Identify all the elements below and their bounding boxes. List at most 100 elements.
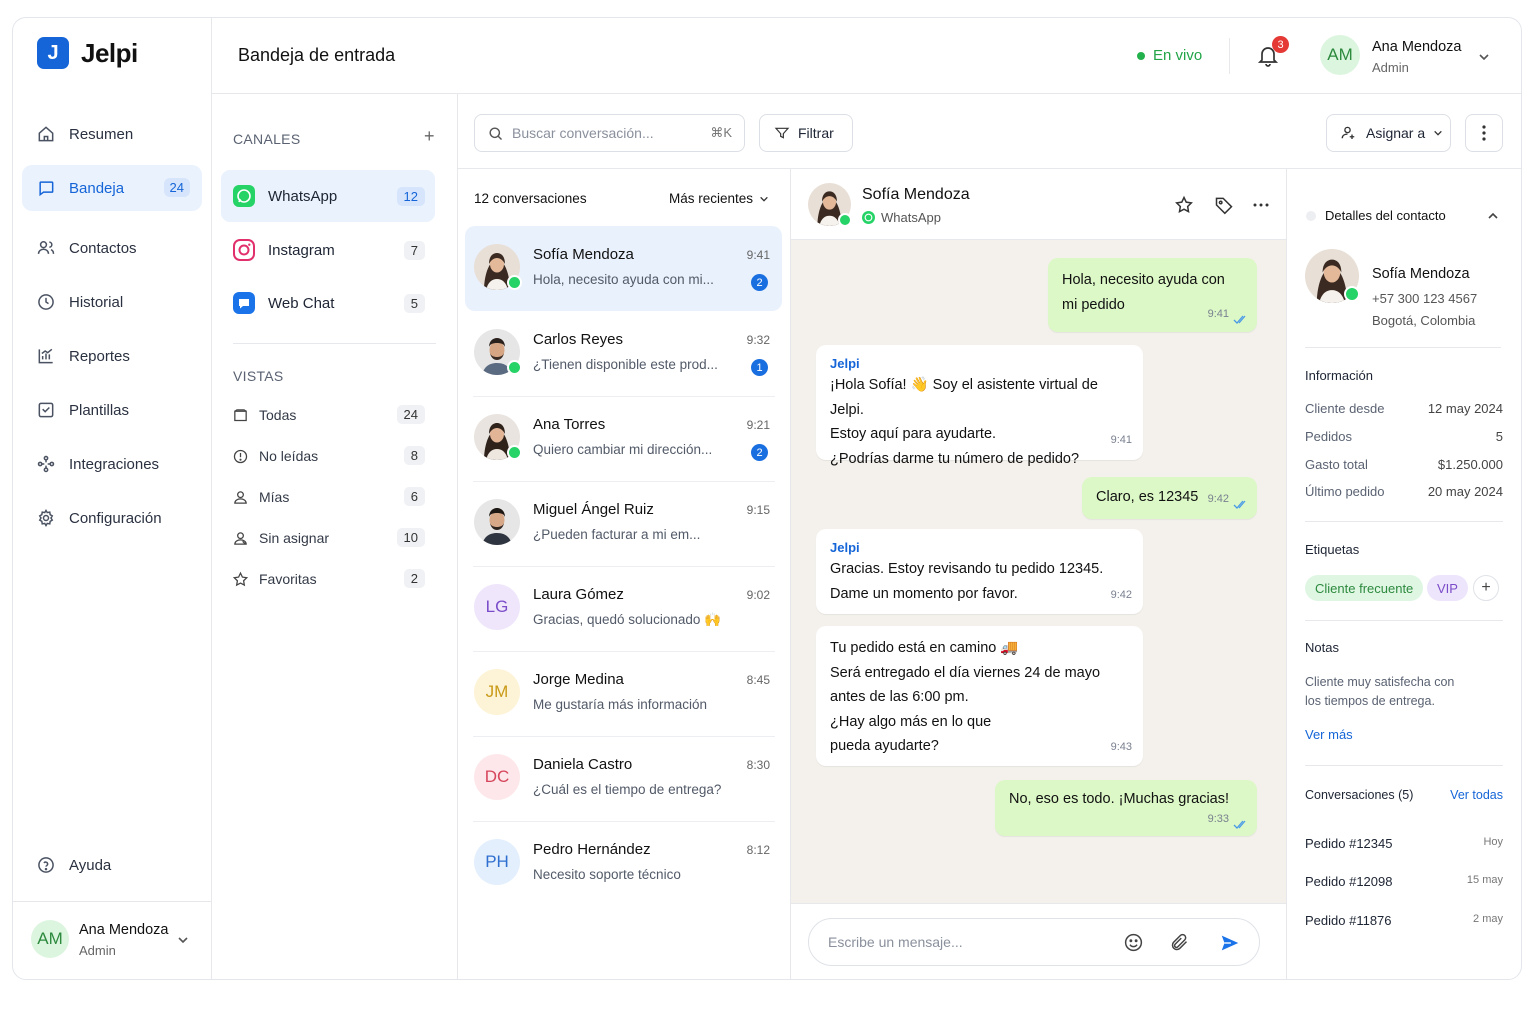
- sidebar-item-resumen[interactable]: Resumen: [22, 111, 202, 157]
- webchat-icon: [233, 292, 255, 314]
- top-header: Bandeja de entrada En vivo 3 AM Ana Mend…: [212, 18, 1521, 94]
- assign-label: Asignar a: [1366, 125, 1426, 141]
- channel-whatsapp[interactable]: WhatsApp 12: [221, 170, 435, 222]
- tag-chip[interactable]: Cliente frecuente: [1305, 575, 1424, 601]
- sidebar-item-integraciones[interactable]: Integraciones: [22, 441, 202, 487]
- avatar: PH: [474, 839, 520, 885]
- unread-icon: [233, 449, 248, 463]
- unassigned-icon: [234, 531, 247, 545]
- divider: [1305, 521, 1503, 522]
- conversation-name: Sofía Mendoza: [533, 246, 634, 263]
- details-title: Detalles del contacto: [1325, 208, 1446, 223]
- double-check-icon: [1233, 820, 1246, 829]
- message-incoming: Tu pedido está en camino 🚚 Será entregad…: [816, 626, 1143, 766]
- more-options-button[interactable]: [1465, 114, 1503, 152]
- conversation-name: Miguel Ángel Ruiz: [533, 501, 654, 518]
- notes-section-title: Notas: [1305, 640, 1339, 655]
- order-row[interactable]: Pedido #12345 Hoy: [1305, 836, 1503, 851]
- unread-badge: 2: [751, 444, 768, 461]
- search-placeholder: Buscar conversación...: [512, 125, 654, 141]
- see-all-link[interactable]: Ver todas: [1450, 788, 1503, 802]
- list-item-miguel-angel-ruiz[interactable]: Miguel Ángel Ruiz ¿Pueden facturar a mi …: [465, 481, 782, 566]
- sidebar-item-label: Configuración: [69, 509, 162, 527]
- sort-label: Más recientes: [669, 191, 754, 206]
- view-favoritas[interactable]: Favoritas 2: [232, 564, 435, 594]
- emoji-icon[interactable]: [1123, 932, 1144, 953]
- star-icon[interactable]: [1174, 195, 1194, 215]
- sidebar-item-plantillas[interactable]: Plantillas: [22, 387, 202, 433]
- chevron-up-icon[interactable]: [1487, 210, 1499, 222]
- search-input[interactable]: Buscar conversación... ⌘K: [474, 114, 745, 152]
- list-item-sofia-mendoza[interactable]: Sofía Mendoza Hola, necesito ayuda con m…: [465, 226, 782, 311]
- paperclip-icon[interactable]: [1169, 932, 1190, 953]
- add-tag-button[interactable]: +: [1473, 575, 1499, 601]
- sort-dropdown[interactable]: Más recientes: [669, 191, 769, 206]
- sidebar-item-reportes[interactable]: Reportes: [22, 333, 202, 379]
- info-row: Cliente desde 12 may 2024: [1305, 401, 1503, 416]
- header-avatar[interactable]: AM: [1320, 35, 1360, 75]
- views-title: VISTAS: [233, 368, 284, 384]
- filter-button[interactable]: Filtrar: [759, 114, 853, 152]
- help-link[interactable]: Ayuda: [22, 842, 202, 888]
- whatsapp-indicator: [507, 360, 522, 375]
- star-icon: [232, 571, 249, 586]
- view-mias[interactable]: Mías 6: [232, 482, 435, 512]
- message-time: 9:33: [1207, 812, 1229, 825]
- list-item-pedro-hernandez[interactable]: PH Pedro Hernández Necesito soporte técn…: [465, 821, 782, 906]
- view-label: Sin asignar: [259, 530, 330, 546]
- order-row[interactable]: Pedido #11876 2 may: [1305, 913, 1503, 928]
- list-item-laura-gomez[interactable]: LG Laura Gómez Gracias, quedó solucionad…: [465, 566, 782, 651]
- avatar: AM: [31, 920, 69, 958]
- view-todas[interactable]: Todas 24: [232, 400, 435, 430]
- list-item-ana-torres[interactable]: Ana Torres Quiero cambiar mi dirección..…: [465, 396, 782, 481]
- channels-panel: CANALES + WhatsApp 12 Instagram 7 Web Ch…: [212, 94, 458, 979]
- chevron-down-icon[interactable]: [1478, 51, 1490, 63]
- header-user-name[interactable]: Ana Mendoza: [1372, 39, 1461, 55]
- list-item-carlos-reyes[interactable]: Carlos Reyes ¿Tienen disponible este pro…: [465, 311, 782, 396]
- add-channel-button[interactable]: +: [424, 126, 435, 147]
- tag-icon[interactable]: [1214, 195, 1234, 215]
- sidebar-item-configuracion[interactable]: Configuración: [22, 495, 202, 541]
- sidebar-item-label: Historial: [69, 293, 124, 311]
- search-icon: [489, 126, 503, 140]
- assign-button[interactable]: Asignar a: [1326, 114, 1451, 152]
- divider: [1305, 347, 1501, 348]
- message-input-placeholder: Escribe un mensaje...: [828, 934, 963, 950]
- logo[interactable]: J Jelpi: [37, 37, 138, 69]
- tag-chip[interactable]: VIP: [1427, 575, 1468, 601]
- message-line: Será entregado el día viernes 24 de mayo: [830, 664, 1101, 681]
- chat-channel: WhatsApp: [862, 210, 941, 225]
- integrations-icon: [37, 455, 55, 473]
- view-count: 10: [396, 528, 425, 547]
- view-sin-asignar[interactable]: Sin asignar 10: [232, 523, 435, 553]
- message-input[interactable]: Escribe un mensaje...: [808, 918, 1260, 966]
- more-horizontal-icon[interactable]: [1253, 203, 1269, 207]
- conversation-preview: Gracias, quedó solucionado 🙌: [533, 612, 721, 627]
- sidebar-item-historial[interactable]: Historial: [22, 279, 202, 325]
- see-more-link[interactable]: Ver más: [1305, 727, 1353, 742]
- user-role: Admin: [79, 943, 116, 958]
- list-item-daniela-castro[interactable]: DC Daniela Castro ¿Cuál es el tiempo de …: [465, 736, 782, 821]
- conversation-name: Ana Torres: [533, 416, 606, 433]
- channel-webchat[interactable]: Web Chat 5: [221, 277, 435, 329]
- view-no-leidas[interactable]: No leídas 8: [232, 441, 435, 471]
- help-label: Ayuda: [69, 856, 112, 874]
- sidebar-user-menu[interactable]: AM Ana Mendoza Admin: [13, 901, 212, 979]
- sidebar-item-contactos[interactable]: Contactos: [22, 225, 202, 271]
- sidebar-item-label: Plantillas: [69, 401, 130, 419]
- conversations-section-title: Conversaciones (5): [1305, 788, 1414, 802]
- channel-instagram[interactable]: Instagram 7: [221, 224, 435, 276]
- conversation-preview: ¿Cuál es el tiempo de entrega?: [533, 782, 722, 797]
- whatsapp-indicator: [1344, 286, 1360, 302]
- header-user-role: Admin: [1372, 60, 1409, 75]
- send-icon[interactable]: [1219, 932, 1241, 954]
- view-count: 6: [403, 487, 425, 506]
- message-line: ¿Podrías darme tu número de pedido?: [830, 450, 1080, 467]
- view-count: 8: [403, 446, 425, 465]
- list-item-jorge-medina[interactable]: JM Jorge Medina Me gustaría más informac…: [465, 651, 782, 736]
- filter-icon: [774, 127, 790, 139]
- notifications-button[interactable]: 3: [1256, 36, 1289, 71]
- message-outgoing: Claro, es 12345 9:42: [1082, 477, 1257, 519]
- sidebar-item-bandeja[interactable]: Bandeja 24: [22, 165, 202, 211]
- order-row[interactable]: Pedido #12098 15 may: [1305, 874, 1503, 889]
